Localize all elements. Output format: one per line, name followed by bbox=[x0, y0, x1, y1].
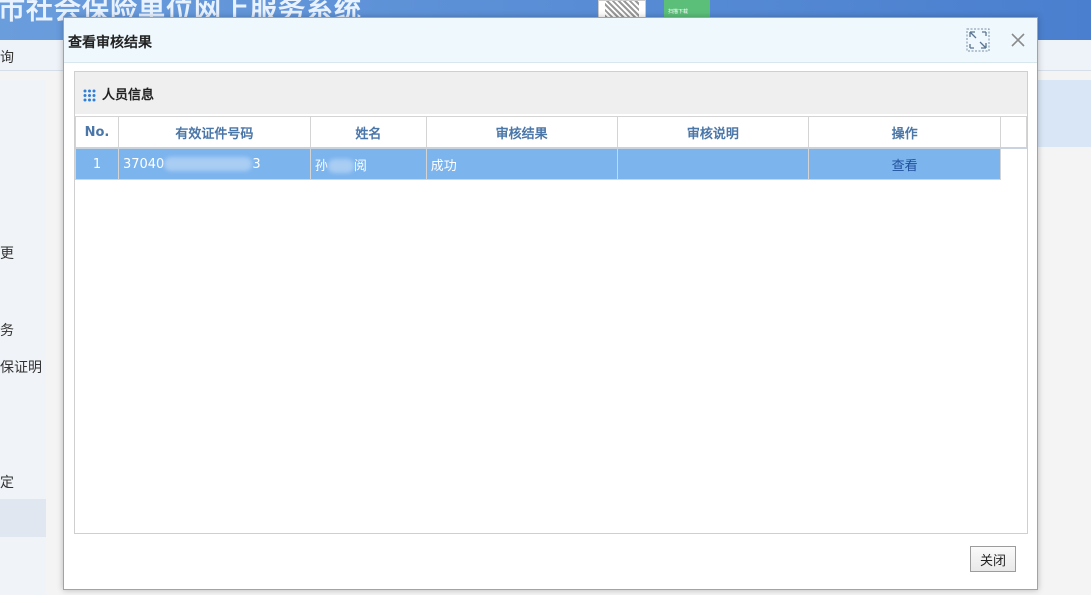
name-prefix: 孙 bbox=[314, 158, 328, 174]
cell-name: 孙阅 bbox=[309, 147, 427, 180]
column-header-id-number[interactable]: 有效证件号码 bbox=[117, 116, 311, 149]
person-table: No. 有效证件号码 姓名 审核结果 审核说明 操作 1 370403 孙阅 bbox=[75, 116, 1028, 180]
close-button[interactable]: 关闭 bbox=[970, 546, 1016, 572]
sidebar-item-certificate[interactable]: 保证明 bbox=[0, 357, 42, 377]
dialog-title: 查看审核结果 bbox=[68, 35, 152, 51]
cell-result: 成功 bbox=[425, 147, 618, 180]
redaction-mark bbox=[164, 157, 253, 171]
sidebar-item-setting[interactable]: 定 bbox=[0, 472, 14, 492]
cell-id-number: 37040 3 bbox=[117, 147, 311, 180]
table-row[interactable]: 1 37040 3 孙阅 成功 查看 bbox=[75, 147, 1027, 180]
name-suffix: 阅 bbox=[353, 158, 367, 174]
panel-title: 人员信息 bbox=[102, 88, 155, 103]
qr-caption: 扫描下载 bbox=[668, 9, 689, 15]
sidebar: 更 务 保证明 定 bbox=[0, 80, 46, 595]
review-result-dialog: 查看审核结果 人员信息 No. 有效证件号码 姓名 审核结果 审核说明 操作 1… bbox=[63, 17, 1038, 590]
column-header-result[interactable]: 审核结果 bbox=[425, 116, 618, 149]
grid-dots-icon bbox=[83, 87, 96, 102]
column-header-action[interactable]: 操作 bbox=[808, 116, 1001, 149]
sidebar-item-service[interactable]: 务 bbox=[0, 320, 14, 340]
cell-no: 1 bbox=[75, 147, 119, 180]
column-header-remark[interactable]: 审核说明 bbox=[616, 116, 810, 149]
cell-remark bbox=[616, 147, 810, 180]
panel-header: 人员信息 bbox=[75, 72, 1027, 114]
cell-action: 查看 bbox=[808, 147, 1001, 180]
background-highlight bbox=[1037, 80, 1091, 147]
app-download-tile[interactable]: 扫描下载 bbox=[664, 0, 710, 18]
sidebar-active-item[interactable] bbox=[0, 499, 46, 537]
column-header-no[interactable]: No. bbox=[75, 116, 119, 149]
redaction-mark bbox=[327, 159, 354, 173]
person-info-panel: 人员信息 No. 有效证件号码 姓名 审核结果 审核说明 操作 1 37040 … bbox=[74, 71, 1028, 534]
id-number-prefix: 37040 bbox=[122, 156, 165, 172]
close-icon[interactable] bbox=[1006, 28, 1030, 52]
sidebar-item-change[interactable]: 更 bbox=[0, 243, 14, 263]
cell-spacer bbox=[1000, 148, 1027, 180]
table-header-row: No. 有效证件号码 姓名 审核结果 审核说明 操作 bbox=[75, 116, 1028, 149]
dialog-titlebar[interactable]: 查看审核结果 bbox=[64, 18, 1037, 63]
view-link[interactable]: 查看 bbox=[892, 159, 918, 174]
column-header-spacer bbox=[999, 116, 1028, 149]
menu-item-query[interactable]: 询 bbox=[0, 47, 14, 67]
maximize-icon[interactable] bbox=[966, 28, 990, 52]
id-number-suffix: 3 bbox=[252, 156, 261, 172]
column-header-name[interactable]: 姓名 bbox=[309, 116, 427, 149]
